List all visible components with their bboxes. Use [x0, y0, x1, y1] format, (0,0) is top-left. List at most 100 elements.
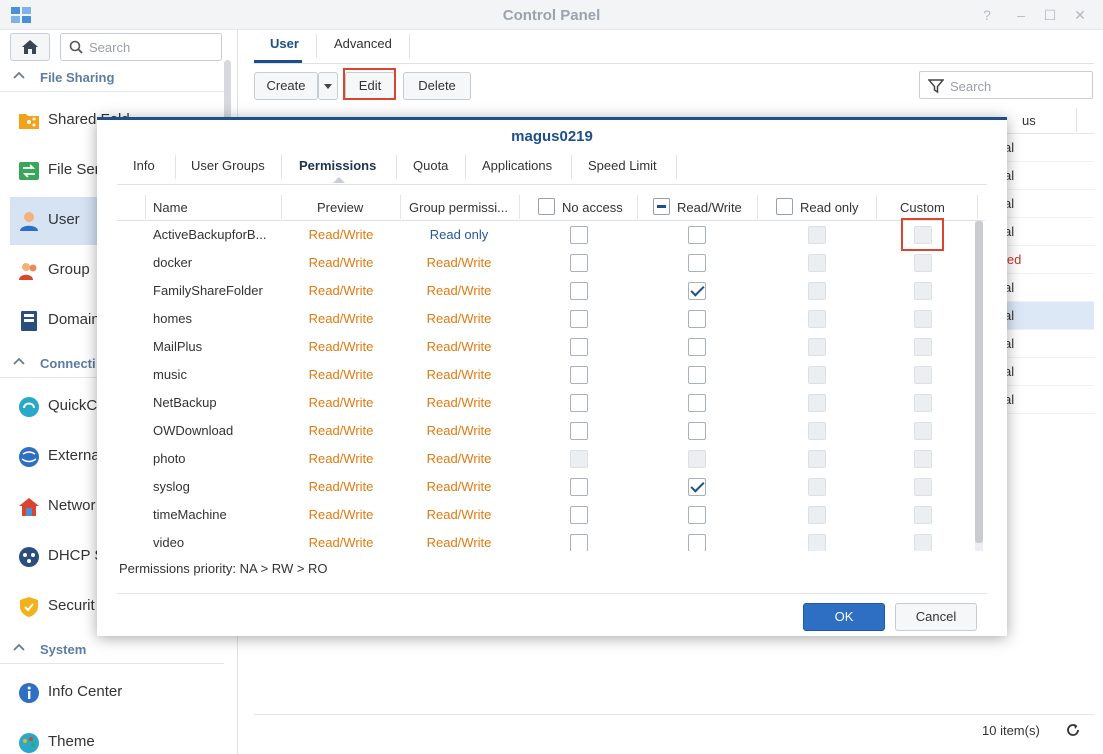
active-tab-caret [333, 177, 345, 183]
read-write-checkbox[interactable] [688, 450, 706, 468]
tab-speed-limit[interactable]: Speed Limit [588, 158, 657, 173]
shared-folder-name: FamilyShareFolder [153, 283, 263, 298]
group-permission: Read/Write [426, 311, 492, 326]
cancel-button[interactable]: Cancel [895, 603, 977, 631]
read-write-all-checkbox[interactable] [653, 198, 670, 215]
read-write-checkbox[interactable] [688, 226, 706, 244]
tab-permissions[interactable]: Permissions [299, 158, 376, 173]
no-access-checkbox[interactable] [570, 506, 588, 524]
read-write-checkbox[interactable] [688, 310, 706, 328]
read-only-checkbox[interactable] [808, 506, 826, 524]
section-system[interactable]: System [0, 634, 224, 664]
group-icon [19, 263, 37, 280]
read-write-checkbox[interactable] [688, 394, 706, 412]
no-access-checkbox[interactable] [570, 338, 588, 356]
chevron-up-icon [13, 357, 25, 365]
column-divider [876, 195, 877, 219]
read-only-all-checkbox[interactable] [776, 198, 793, 215]
tab-user[interactable]: User [270, 36, 299, 51]
group-permission: Read/Write [426, 339, 492, 354]
scrollbar-thumb[interactable] [975, 221, 983, 543]
read-write-checkbox[interactable] [688, 366, 706, 384]
create-dropdown-button[interactable] [318, 72, 338, 100]
no-access-checkbox[interactable] [570, 394, 588, 412]
section-label: System [40, 642, 87, 657]
permissions-scrollbar[interactable] [975, 221, 983, 551]
column-header-custom[interactable]: Custom [900, 200, 945, 215]
read-write-checkbox[interactable] [688, 506, 706, 524]
sidebar-item-info-center[interactable]: Info Center [10, 669, 224, 717]
column-header-preview[interactable]: Preview [317, 200, 363, 215]
read-only-checkbox[interactable] [808, 282, 826, 300]
shared-folder-name: docker [153, 255, 193, 270]
read-write-checkbox-checked[interactable] [688, 282, 706, 300]
permission-row: ActiveBackupforB... Read/Write Read only [117, 221, 965, 249]
custom-checkbox[interactable] [914, 506, 932, 524]
custom-checkbox[interactable] [914, 534, 932, 551]
custom-checkbox[interactable] [914, 450, 932, 468]
read-only-checkbox[interactable] [808, 478, 826, 496]
no-access-checkbox[interactable] [570, 450, 588, 468]
read-only-checkbox[interactable] [808, 226, 826, 244]
custom-checkbox[interactable] [914, 338, 932, 356]
delete-button[interactable]: Delete [403, 72, 471, 100]
tab-info[interactable]: Info [133, 158, 155, 173]
read-only-checkbox[interactable] [808, 450, 826, 468]
column-header-group-permissions[interactable]: Group permissi... [409, 200, 508, 215]
tab-applications[interactable]: Applications [482, 158, 552, 173]
ok-button[interactable]: OK [803, 603, 885, 631]
column-header-name[interactable]: Name [153, 200, 188, 215]
no-access-all-checkbox[interactable] [538, 198, 555, 215]
create-button[interactable]: Create [254, 72, 318, 100]
read-write-checkbox[interactable] [688, 338, 706, 356]
read-write-checkbox[interactable] [688, 534, 706, 551]
read-only-checkbox[interactable] [808, 254, 826, 272]
refresh-icon[interactable] [1066, 723, 1080, 737]
no-access-checkbox[interactable] [570, 534, 588, 551]
permission-row: homes Read/Write Read/Write [117, 305, 965, 333]
read-only-checkbox[interactable] [808, 394, 826, 412]
no-access-checkbox[interactable] [570, 282, 588, 300]
maximize-icon[interactable]: ☐ [1042, 7, 1058, 23]
read-only-checkbox[interactable] [808, 422, 826, 440]
custom-checkbox[interactable] [914, 310, 932, 328]
custom-checkbox[interactable] [914, 254, 932, 272]
custom-checkbox[interactable] [914, 422, 932, 440]
dialog-title: magus0219 [511, 128, 593, 145]
read-write-checkbox-checked[interactable] [688, 478, 706, 496]
sidebar-search-input[interactable]: Search [60, 33, 222, 61]
read-write-checkbox[interactable] [688, 422, 706, 440]
sidebar-item-label: Info Center [48, 683, 123, 700]
no-access-checkbox[interactable] [570, 366, 588, 384]
home-button[interactable] [10, 33, 50, 61]
no-access-checkbox[interactable] [570, 310, 588, 328]
main-search-input[interactable]: Search [919, 71, 1093, 99]
preview-permission: Read/Write [308, 227, 374, 242]
close-icon[interactable]: ✕ [1072, 7, 1088, 23]
minimize-icon[interactable]: – [1013, 7, 1029, 23]
info-center-icon [19, 683, 39, 703]
read-write-checkbox[interactable] [688, 254, 706, 272]
no-access-checkbox[interactable] [570, 422, 588, 440]
read-only-checkbox[interactable] [808, 310, 826, 328]
section-file-sharing[interactable]: File Sharing [0, 62, 224, 92]
tab-advanced[interactable]: Advanced [334, 36, 392, 51]
help-icon[interactable]: ? [979, 7, 995, 23]
no-access-checkbox[interactable] [570, 254, 588, 272]
read-only-checkbox[interactable] [808, 338, 826, 356]
no-access-checkbox[interactable] [570, 478, 588, 496]
read-only-checkbox[interactable] [808, 366, 826, 384]
no-access-checkbox[interactable] [570, 226, 588, 244]
custom-checkbox[interactable] [914, 478, 932, 496]
tab-quota[interactable]: Quota [413, 158, 448, 173]
preview-permission: Read/Write [308, 423, 374, 438]
read-only-checkbox[interactable] [808, 534, 826, 551]
custom-checkbox[interactable] [914, 366, 932, 384]
custom-checkbox[interactable] [914, 282, 932, 300]
tab-user-groups[interactable]: User Groups [191, 158, 265, 173]
main-tabbar: User Advanced [254, 30, 1094, 64]
shared-folder-name: timeMachine [153, 507, 227, 522]
sidebar-item-theme[interactable]: Theme [10, 719, 224, 754]
column-divider [281, 195, 282, 219]
custom-checkbox[interactable] [914, 394, 932, 412]
